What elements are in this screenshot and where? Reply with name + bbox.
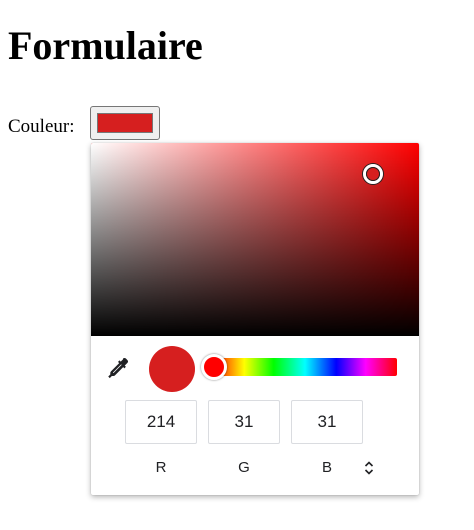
hue-slider[interactable] xyxy=(201,354,397,380)
up-down-chevron-icon[interactable] xyxy=(361,459,377,477)
eyedropper-icon[interactable] xyxy=(105,355,131,381)
saturation-value-handle-fill xyxy=(366,166,381,181)
red-channel-input[interactable] xyxy=(125,400,197,444)
blue-channel-label: B xyxy=(321,459,332,476)
color-field-label: Couleur: xyxy=(8,116,75,137)
color-swatch xyxy=(97,113,153,133)
green-channel-label: G xyxy=(238,459,250,476)
saturation-value-area[interactable] xyxy=(91,143,419,336)
hue-slider-handle[interactable] xyxy=(201,354,227,380)
page-title: Formulaire xyxy=(8,23,203,68)
color-picker-popup: R G B xyxy=(91,143,419,495)
selected-color-preview xyxy=(149,346,195,392)
color-input-button[interactable] xyxy=(90,106,160,140)
saturation-value-handle[interactable] xyxy=(363,163,384,184)
red-channel-label: R xyxy=(155,459,167,476)
green-channel-input[interactable] xyxy=(208,400,280,444)
blue-channel-input[interactable] xyxy=(291,400,363,444)
